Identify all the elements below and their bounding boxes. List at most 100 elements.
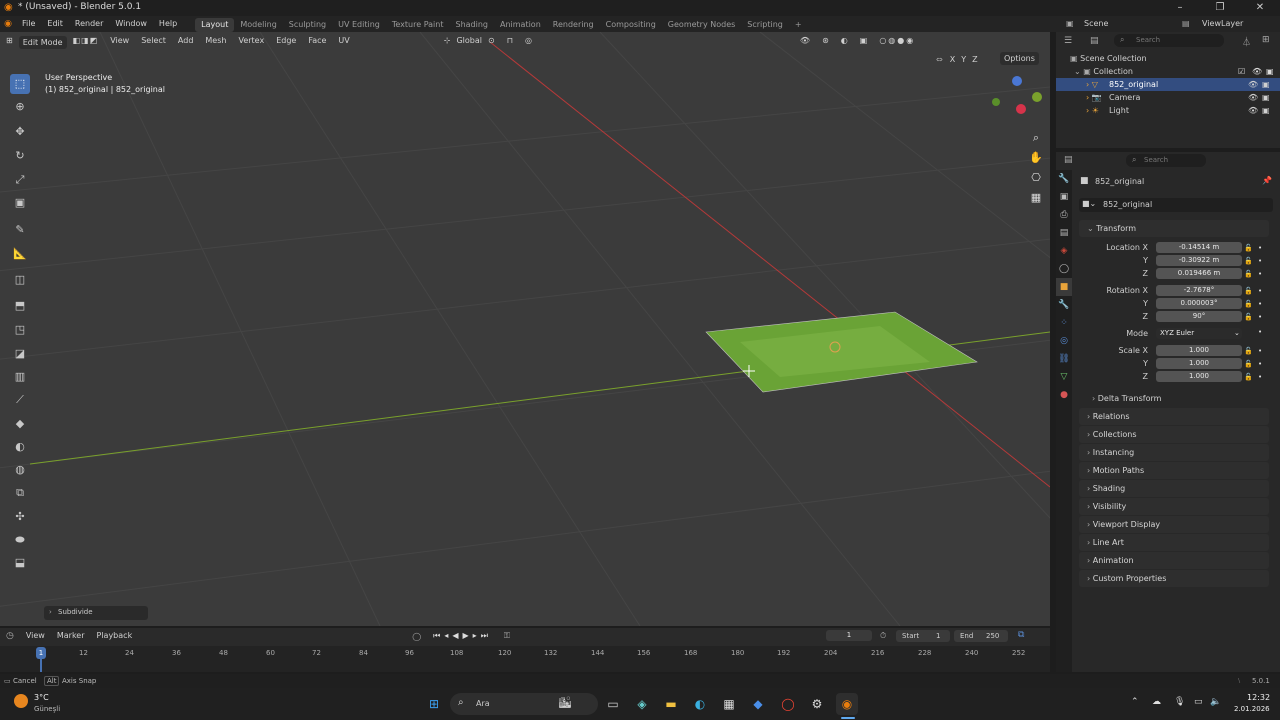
menu-render[interactable]: Render — [69, 16, 109, 32]
delta-transform-subpanel[interactable]: › Delta Transform — [1092, 392, 1161, 405]
maximize-icon[interactable]: ❐ — [1200, 0, 1240, 16]
transform-tool-icon[interactable]: ▣ — [10, 193, 30, 213]
motion-paths-panel-header[interactable]: › Motion Paths — [1079, 462, 1269, 479]
edge-slide-tool-icon[interactable]: ⧉ — [10, 483, 30, 503]
scale-keyframe-icons[interactable]: • • • — [1258, 345, 1262, 384]
network-icon[interactable]: ▭ — [1194, 697, 1203, 707]
options-dropdown[interactable]: Options — [1000, 52, 1039, 65]
pan-hand-icon[interactable]: ✋ — [1026, 148, 1046, 168]
select-box-tool-icon[interactable]: ⬚ — [10, 74, 30, 94]
location-z-field[interactable]: 0.019466 m — [1156, 268, 1242, 279]
minimize-icon[interactable]: – — [1160, 0, 1200, 16]
collection-visibility-icon[interactable]: 👁 — [1252, 65, 1262, 78]
snap-icon[interactable]: ⊓ — [501, 32, 519, 50]
visibility-icon[interactable]: 👁 — [1248, 78, 1258, 91]
instancing-panel-header[interactable]: › Instancing — [1079, 444, 1269, 461]
workspace-tab-modeling[interactable]: Modeling — [234, 18, 282, 32]
timeline-track[interactable]: 1 12 24 36 48 60 72 84 96 108 120 132 14… — [0, 646, 1050, 672]
playhead-frame[interactable]: 1 — [36, 647, 46, 659]
outliner-row-camera[interactable]: › 📷 Camera 👁 ▣ — [1056, 91, 1280, 104]
menu-add[interactable]: Add — [172, 32, 200, 50]
transform-panel-header[interactable]: ⌄ Transform — [1079, 220, 1269, 237]
render-tab-icon[interactable]: ▣ — [1056, 188, 1072, 206]
world-tab-icon[interactable]: ◯ — [1056, 260, 1072, 278]
object-tab-icon[interactable]: ■ — [1056, 278, 1072, 296]
zoom-icon[interactable]: ⌕ — [1026, 128, 1046, 148]
add-cube-tool-icon[interactable]: ◫ — [10, 270, 30, 290]
shading-panel-header[interactable]: › Shading — [1079, 480, 1269, 497]
location-y-field[interactable]: -0.30922 m — [1156, 255, 1242, 266]
shrink-fatten-tool-icon[interactable]: ✣ — [10, 507, 30, 527]
visibility-icon[interactable]: 👁 — [1248, 91, 1258, 104]
menu-face[interactable]: Face — [302, 32, 332, 50]
menu-window[interactable]: Window — [109, 16, 153, 32]
task-view-icon[interactable]: ▭ — [602, 693, 624, 715]
animation-panel-header[interactable]: › Animation — [1079, 552, 1269, 569]
transform-orientation[interactable]: Global — [456, 32, 482, 50]
visibility-panel-header[interactable]: › Visibility — [1079, 498, 1269, 515]
physics-tab-icon[interactable]: ◎ — [1056, 332, 1072, 350]
tool-tab-icon[interactable]: 🔧 — [1056, 170, 1072, 188]
workspace-tab-layout[interactable]: Layout — [195, 17, 235, 32]
menu-edit[interactable]: Edit — [41, 16, 69, 32]
new-collection-icon[interactable]: ⊞ — [1262, 35, 1270, 45]
workspace-tab-compositing[interactable]: Compositing — [600, 18, 662, 32]
move-tool-icon[interactable]: ✥ — [10, 122, 30, 142]
constraints-tab-icon[interactable]: ⛓ — [1056, 350, 1072, 368]
viewport-scene[interactable] — [0, 32, 1050, 626]
location-x-field[interactable]: -0.14514 m — [1156, 242, 1242, 253]
workspace-tab-uv-editing[interactable]: UV Editing — [332, 18, 386, 32]
volume-icon[interactable]: 🔈 — [1210, 697, 1221, 707]
rotation-y-field[interactable]: 0.000003° — [1156, 298, 1242, 309]
relations-panel-header[interactable]: › Relations — [1079, 408, 1269, 425]
view-layer-tab-icon[interactable]: ▤ — [1056, 224, 1072, 242]
extrude-tool-icon[interactable]: ⬒ — [10, 296, 30, 316]
menu-edge[interactable]: Edge — [270, 32, 302, 50]
gizmo-x-axis[interactable] — [1016, 104, 1026, 114]
workspace-tab-shading[interactable]: Shading — [449, 18, 494, 32]
outliner-row-852-original[interactable]: › ▽ 852_original 👁 ▣ — [1056, 78, 1280, 91]
scale-tool-icon[interactable]: ⤢ — [10, 170, 30, 190]
keying-set-icon[interactable]: ⚿ — [498, 631, 516, 641]
knife-tool-icon[interactable]: ⟋ — [10, 390, 30, 410]
workspace-tab-rendering[interactable]: Rendering — [547, 18, 600, 32]
line-art-panel-header[interactable]: › Line Art — [1079, 534, 1269, 551]
start-frame-field[interactable]: Start 1 — [896, 630, 950, 642]
copilot-icon[interactable]: ◈ — [631, 693, 653, 715]
collection-render-icon[interactable]: ▣ — [1266, 65, 1274, 78]
data-tab-icon[interactable]: ▽ — [1056, 368, 1072, 386]
weather-icon[interactable] — [14, 694, 28, 708]
mirror-x[interactable]: X — [947, 55, 958, 64]
filter-icon[interactable]: ⏃ — [1242, 35, 1251, 48]
outliner-editor-icon[interactable]: ☰ — [1064, 36, 1072, 46]
bevel-tool-icon[interactable]: ◪ — [10, 344, 30, 364]
object-name-field[interactable]: ■⌄ 852_original — [1079, 198, 1273, 212]
scale-z-field[interactable]: 1.000 — [1156, 371, 1242, 382]
collections-panel-header[interactable]: › Collections — [1079, 426, 1269, 443]
proportional-edit-icon[interactable]: ◎ — [519, 32, 538, 50]
store-icon[interactable]: ▦ — [718, 693, 740, 715]
outliner-row-light[interactable]: › ☀ Light 👁 ▣ — [1056, 104, 1280, 117]
display-mode-icon[interactable]: ▤ — [1090, 36, 1099, 46]
render-icon[interactable]: ▣ — [1262, 91, 1270, 104]
poly-build-tool-icon[interactable]: ◆ — [10, 414, 30, 434]
outliner-scene-collection[interactable]: ▣ Scene Collection — [1070, 52, 1147, 65]
workspace-tab-animation[interactable]: Animation — [494, 18, 547, 32]
app-icon[interactable]: ⚙ — [806, 693, 828, 715]
mode-selector[interactable]: Edit Mode — [18, 35, 67, 49]
auto-keying-icon[interactable]: ◯ — [406, 632, 427, 641]
gizmo-z-axis[interactable] — [1012, 76, 1022, 86]
blender-menu-icon[interactable]: ◉ — [0, 19, 16, 29]
edge-browser-icon[interactable]: ◐ — [689, 693, 711, 715]
end-frame-field[interactable]: End 250 — [954, 630, 1008, 642]
close-icon[interactable]: ✕ — [1240, 0, 1280, 16]
custom-properties-panel-header[interactable]: › Custom Properties — [1079, 570, 1269, 587]
mirror-y[interactable]: Y — [958, 55, 969, 64]
modifier-tab-icon[interactable]: 🔧 — [1056, 296, 1072, 314]
file-explorer-icon[interactable]: ▬ — [660, 693, 682, 715]
camera-view-icon[interactable]: ⎔ — [1026, 168, 1046, 188]
material-tab-icon[interactable]: ● — [1056, 386, 1072, 404]
menu-file[interactable]: File — [16, 16, 41, 32]
editor-type-icon[interactable]: ⊞ — [0, 32, 19, 50]
timeline-menu-view[interactable]: View — [20, 628, 51, 644]
